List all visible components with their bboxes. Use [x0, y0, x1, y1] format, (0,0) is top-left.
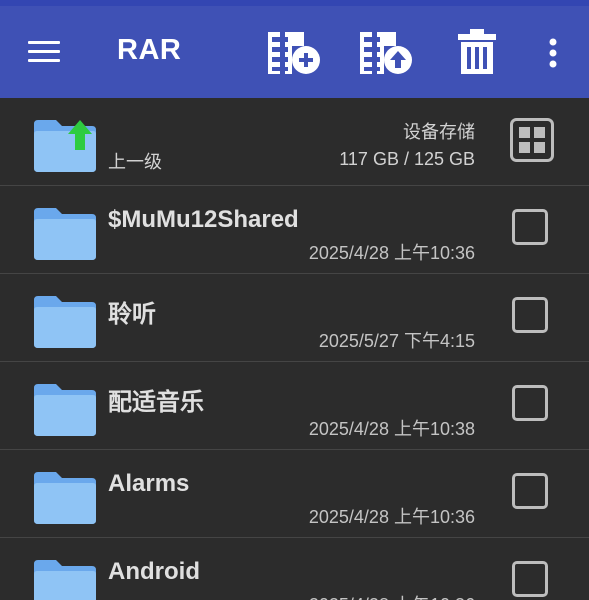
select-checkbox[interactable]	[512, 297, 548, 333]
select-checkbox[interactable]	[512, 209, 548, 245]
folder-icon	[32, 558, 98, 600]
storage-size: 117 GB / 125 GB	[339, 149, 475, 169]
select-checkbox[interactable]	[512, 385, 548, 421]
file-list: 上一级 设备存储 117 GB / 125 GB $MuMu12Shared 20…	[0, 98, 589, 600]
file-row[interactable]: $MuMu12Shared 2025/4/28 上午10:36	[0, 186, 589, 274]
app-title: RAR	[117, 34, 182, 66]
file-date: 2025/4/28 上午10:36	[308, 243, 475, 263]
file-row[interactable]: Alarms 2025/4/28 上午10:36	[0, 450, 589, 538]
file-row[interactable]: 聆听 2025/5/27 下午4:15	[0, 274, 589, 362]
file-name: 聆听	[108, 301, 156, 328]
add-to-archive-icon[interactable]	[266, 28, 322, 78]
file-date: 2025/4/28 上午10:38	[308, 419, 475, 439]
file-name: Alarms	[108, 470, 190, 497]
file-date: 2025/5/27 下午4:15	[318, 331, 475, 351]
select-checkbox[interactable]	[512, 561, 548, 597]
folder-icon	[32, 206, 98, 262]
app-toolbar: RAR	[0, 6, 589, 98]
parent-directory-row[interactable]: 上一级 设备存储 117 GB / 125 GB	[0, 98, 589, 186]
more-vert-icon[interactable]	[540, 28, 566, 78]
delete-icon[interactable]	[452, 28, 502, 78]
menu-icon[interactable]	[26, 36, 64, 68]
file-name: $MuMu12Shared	[108, 206, 299, 233]
select-checkbox[interactable]	[512, 473, 548, 509]
file-row[interactable]: Android 2025/4/28 上午10:36	[0, 538, 589, 600]
file-name: 配适音乐	[108, 389, 204, 416]
file-date: 2025/4/28 上午10:36	[309, 591, 475, 600]
storage-name: 设备存储	[403, 122, 475, 143]
folder-icon	[32, 470, 98, 526]
file-date: 2025/4/28 上午10:36	[308, 507, 475, 527]
parent-directory-label: 上一级	[108, 152, 162, 173]
folder-up-icon	[32, 118, 98, 174]
extract-archive-icon[interactable]	[358, 28, 414, 78]
file-name: Android	[108, 558, 200, 585]
folder-icon	[32, 294, 98, 350]
grid-view-icon[interactable]	[510, 118, 554, 162]
folder-icon	[32, 382, 98, 438]
file-row[interactable]: 配适音乐 2025/4/28 上午10:38	[0, 362, 589, 450]
